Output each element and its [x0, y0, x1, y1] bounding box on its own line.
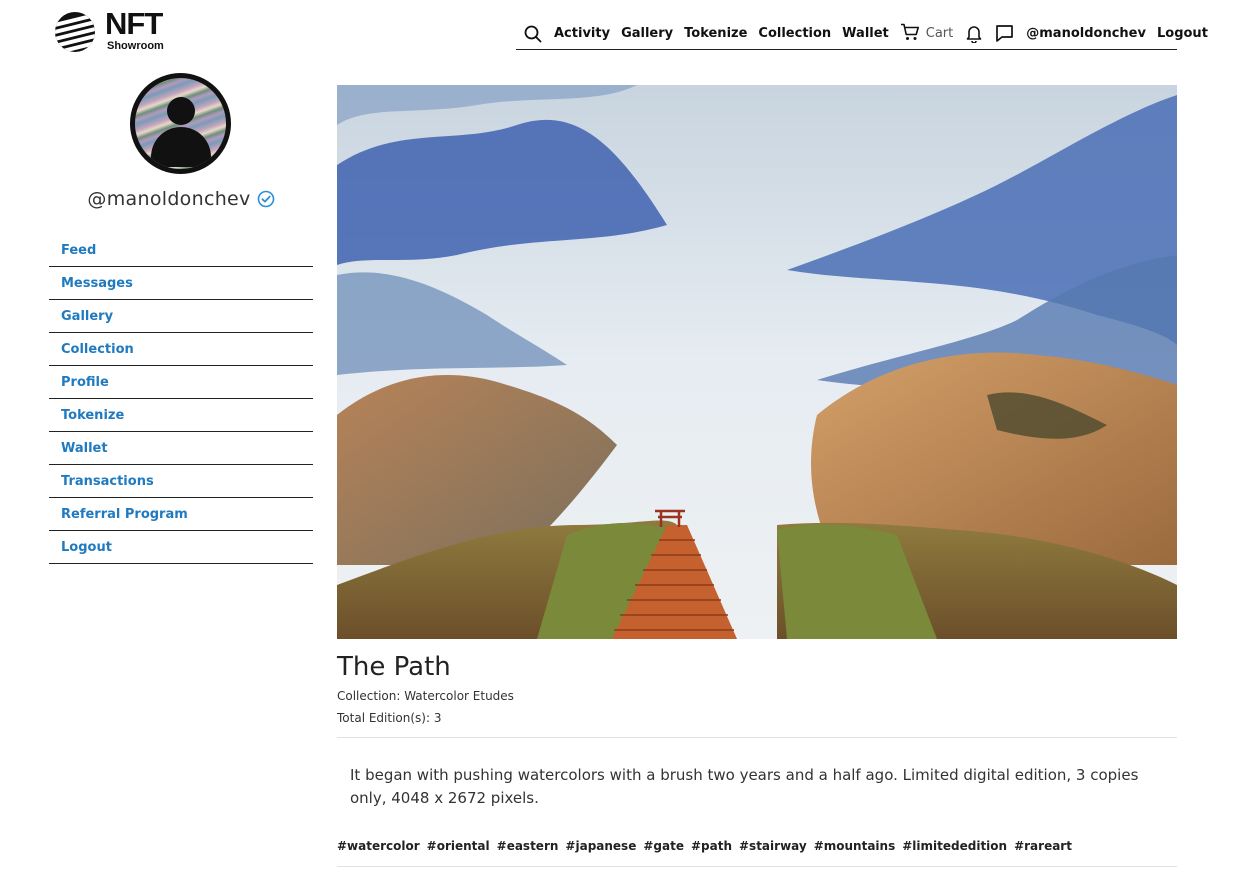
- sidebar-item-wallet[interactable]: Wallet: [49, 432, 313, 465]
- nav-collection[interactable]: Collection: [758, 26, 831, 42]
- tag-link[interactable]: #japanese: [565, 838, 636, 854]
- tag-link[interactable]: #gate: [643, 838, 684, 854]
- tag-link[interactable]: #stairway: [739, 838, 807, 854]
- cart-label: Cart: [925, 25, 954, 41]
- sidebar-navigation: Feed Messages Gallery Collection Profile…: [49, 235, 313, 564]
- tag-link[interactable]: #mountains: [814, 838, 896, 854]
- sidebar-item-tokenize[interactable]: Tokenize: [49, 399, 313, 432]
- nav-user-profile[interactable]: @manoldonchev: [1026, 26, 1146, 42]
- sidebar-item-gallery[interactable]: Gallery: [49, 300, 313, 333]
- sidebar-item-profile[interactable]: Profile: [49, 366, 313, 399]
- nav-tokenize[interactable]: Tokenize: [684, 26, 747, 42]
- artwork-image[interactable]: [337, 85, 1177, 639]
- sidebar-item-messages[interactable]: Messages: [49, 267, 313, 300]
- tag-list: #watercolor #oriental #eastern #japanese…: [337, 838, 1079, 854]
- message-icon[interactable]: [995, 24, 1014, 44]
- tag-link[interactable]: #path: [691, 838, 732, 854]
- top-navigation: Activity Gallery Tokenize Collection Wal…: [516, 18, 1208, 50]
- avatar-image: [135, 78, 226, 169]
- sidebar-item-transactions[interactable]: Transactions: [49, 465, 313, 498]
- profile-username: @manoldonchev: [0, 187, 362, 214]
- tag-link[interactable]: #rareart: [1014, 838, 1072, 854]
- logo-text: NFT: [105, 6, 163, 41]
- artwork-description: It began with pushing watercolors with a…: [350, 766, 1139, 807]
- tag-link[interactable]: #oriental: [427, 838, 490, 854]
- sidebar-item-feed[interactable]: Feed: [49, 235, 313, 267]
- bell-icon[interactable]: [965, 24, 983, 44]
- logo-subtext: Showroom: [107, 40, 164, 52]
- nav-cart[interactable]: Cart: [900, 23, 954, 45]
- sidebar-item-logout[interactable]: Logout: [49, 531, 313, 564]
- verified-check-icon: [257, 190, 275, 214]
- search-icon[interactable]: [524, 24, 542, 44]
- tag-link[interactable]: #limitededition: [902, 838, 1007, 854]
- sidebar-item-collection[interactable]: Collection: [49, 333, 313, 366]
- sidebar-item-referral-program[interactable]: Referral Program: [49, 498, 313, 531]
- tag-link[interactable]: #eastern: [497, 838, 559, 854]
- cart-icon: [900, 23, 920, 45]
- nav-logout[interactable]: Logout: [1157, 26, 1208, 42]
- tag-link[interactable]: #watercolor: [337, 838, 420, 854]
- logo[interactable]: NFT Showroom: [55, 6, 175, 55]
- artwork-collection: Collection: Watercolor Etudes: [337, 689, 514, 703]
- divider: [337, 866, 1177, 867]
- artwork-title: The Path: [337, 652, 451, 682]
- divider: [337, 737, 1177, 738]
- artwork-editions: Total Edition(s): 3: [337, 711, 442, 725]
- nav-activity[interactable]: Activity: [554, 26, 610, 42]
- nav-wallet[interactable]: Wallet: [842, 26, 889, 42]
- username-text: @manoldonchev: [87, 188, 251, 210]
- avatar[interactable]: [130, 73, 231, 174]
- logo-mark-icon: [55, 12, 95, 52]
- nav-gallery[interactable]: Gallery: [621, 26, 673, 42]
